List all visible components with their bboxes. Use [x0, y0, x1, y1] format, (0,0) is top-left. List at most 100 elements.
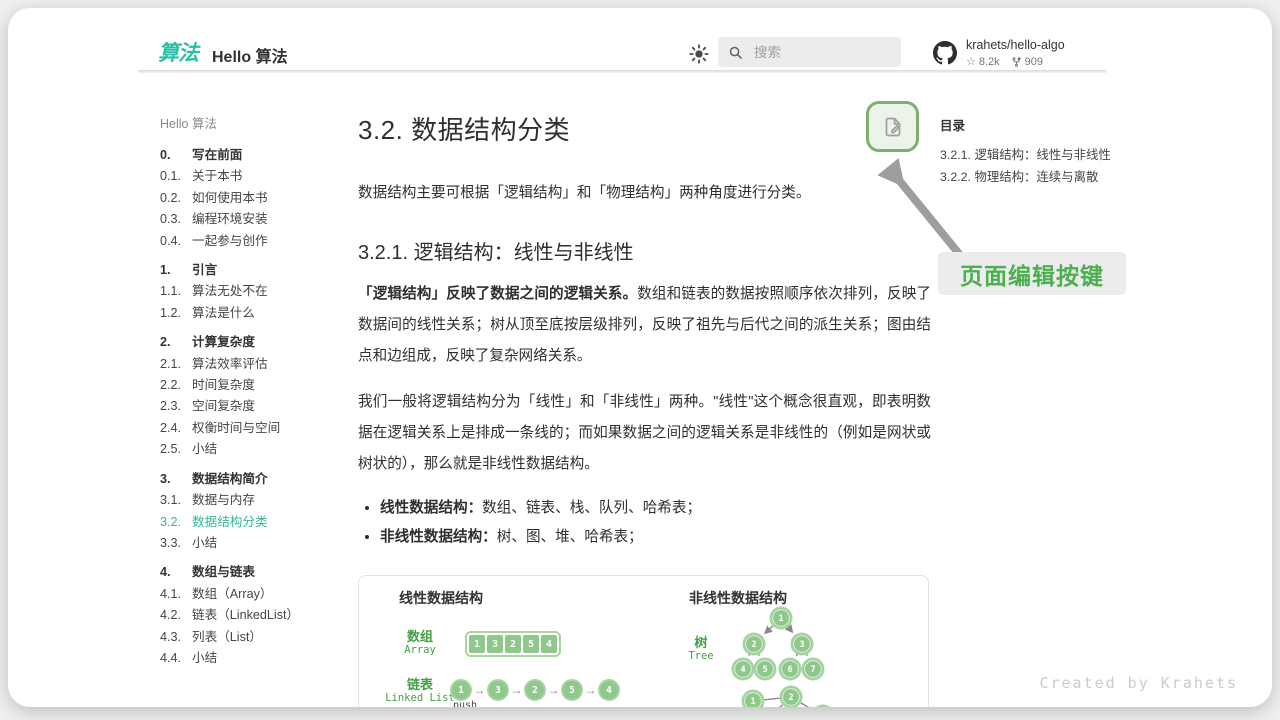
sidebar-item-label: 计算复杂度 [192, 332, 255, 353]
sidebar-item-label: 时间复杂度 [192, 375, 255, 396]
section-heading: 3.2.1. 逻辑结构：线性与非线性 [358, 236, 931, 265]
header-shadow-divider [138, 70, 1106, 74]
sidebar-item-label: 引言 [192, 260, 217, 281]
svg-text:1: 1 [750, 697, 755, 707]
site-logo[interactable]: 算法 [158, 37, 198, 67]
paragraph-bold-lead: 「逻辑结构」反映了数据之间的逻辑关系。 [358, 286, 637, 302]
star-icon: ☆ [966, 55, 976, 68]
star-count: 8.2k [979, 56, 1000, 68]
page-title: 3.2. 数据结构分类 [358, 110, 931, 147]
linked-list-label-zh: 链表 [390, 674, 450, 693]
element-cell: 4 [541, 635, 557, 653]
sidebar-item-number: 3.3. [160, 533, 185, 554]
sidebar-item[interactable]: 0.4.一起参与创作 [160, 231, 348, 252]
sidebar-item-number: 1.1. [160, 281, 185, 302]
sidebar-item[interactable]: 2.2. 时间复杂度 [160, 375, 348, 396]
graph-label-zh: 图 [669, 704, 729, 707]
theme-toggle-button[interactable] [688, 43, 710, 65]
page-edit-button[interactable] [866, 101, 919, 152]
sidebar-item-label: 关于本书 [192, 166, 242, 187]
sidebar-item-number: 1.2. [160, 303, 185, 324]
github-icon [933, 41, 957, 65]
paragraph-linear-nonlinear: 我们一般将逻辑结构分为「线性」和「非线性」两种。"线性"这个概念很直观，即表明数… [358, 387, 931, 480]
sidebar-item[interactable]: 4.3.列表（List） [160, 627, 348, 648]
sidebar-item[interactable]: 3.数据结构简介 [160, 469, 348, 490]
sidebar-item-label: 如何使用本书 [192, 188, 268, 209]
site-title[interactable]: Hello 算法 [212, 43, 288, 67]
annotation-callout: 页面编辑按键 [938, 252, 1126, 295]
structure-bullet-list: 线性数据结构：数组、链表、栈、队列、哈希表；非线性数据结构：树、图、堆、哈希表； [358, 494, 931, 552]
sidebar-item-number: 2.2. [160, 375, 185, 396]
sidebar-item[interactable]: 0.1.关于本书 [160, 166, 348, 187]
bullet-item: 非线性数据结构：树、图、堆、哈希表； [380, 523, 931, 552]
sidebar-item[interactable]: 0.2.如何使用本书 [160, 188, 348, 209]
toc-item[interactable]: 3.2.1. 逻辑结构：线性与非线性 [940, 145, 1120, 167]
sidebar-item[interactable]: 3.1. 数据与内存 [160, 490, 348, 511]
main-content: 3.2. 数据结构分类 数据结构主要可根据「逻辑结构」和「物理结构」两种角度进行… [358, 110, 931, 707]
sidebar-item[interactable]: 1.引言 [160, 260, 348, 281]
svg-text:2: 2 [788, 693, 793, 703]
sidebar-item-label: 数组（Array） [192, 584, 272, 605]
fork-count: 909 [1025, 56, 1043, 68]
link-arrow: → [509, 683, 524, 697]
element-cell: 1 [469, 635, 485, 653]
github-repo-link[interactable]: krahets/hello-algo ☆8.2k 909 [933, 38, 1065, 68]
sidebar-item[interactable]: 2.5.小结 [160, 439, 348, 460]
svg-text:3: 3 [799, 640, 804, 650]
sidebar-item[interactable]: 4.4.小结 [160, 648, 348, 669]
sidebar-site-title: Hello 算法 [160, 113, 348, 132]
svg-text:7: 7 [810, 665, 815, 675]
brightness-icon [688, 43, 710, 65]
svg-text:5: 5 [762, 665, 767, 675]
sidebar-item-label: 算法效率评估 [192, 354, 268, 375]
sidebar-item-number: 2.4. [160, 418, 185, 439]
element-cell: 2 [505, 635, 521, 653]
sidebar-item-number: 2.5. [160, 439, 185, 460]
bullet-item: 线性数据结构：数组、链表、栈、队列、哈希表； [380, 494, 931, 523]
array-label-en: Array [375, 644, 465, 656]
sidebar-item-label: 写在前面 [192, 145, 242, 166]
search-icon [728, 45, 743, 60]
sidebar-item[interactable]: 4.2.链表（LinkedList） [160, 605, 348, 626]
app-window: 算法 Hello 算法 krahets/hello-algo ☆8.2k [8, 8, 1272, 707]
sidebar-item[interactable]: 1.1. 算法无处不在 [160, 281, 348, 302]
sidebar-item-label: 数据与内存 [192, 490, 255, 511]
svg-text:6: 6 [787, 665, 792, 675]
element-cell: 3 [487, 635, 503, 653]
sidebar-item-number: 3. [160, 469, 185, 490]
sidebar-item[interactable]: 2.3.空间复杂度 [160, 396, 348, 417]
list-node: 5 [561, 679, 583, 701]
fork-icon [1011, 56, 1022, 68]
graph-diagram: 12345 [737, 682, 837, 707]
sidebar-item-label: 列表（List） [192, 627, 262, 648]
sidebar-item[interactable]: 4.数组与链表 [160, 562, 348, 583]
sidebar-item[interactable]: 0.写在前面 [160, 145, 348, 166]
sidebar-item[interactable]: 2.4.权衡时间与空间 [160, 418, 348, 439]
link-arrow: → [583, 683, 598, 697]
list-node: 4 [598, 679, 620, 701]
toc-panel: 目录 3.2.1. 逻辑结构：线性与非线性3.2.2. 物理结构：连续与离散 [940, 115, 1120, 188]
sidebar-item[interactable]: 2.计算复杂度 [160, 332, 348, 353]
sidebar-item[interactable]: 3.3.小结 [160, 533, 348, 554]
sidebar-item-number: 2.1. [160, 354, 185, 375]
figure-linear-title: 线性数据结构 [399, 588, 483, 608]
push-label: push [453, 700, 477, 707]
sidebar-item[interactable]: 2.1. 算法效率评估 [160, 354, 348, 375]
sidebar-item[interactable]: 4.1. 数组（Array） [160, 584, 348, 605]
sidebar-nav: Hello 算法 0.写在前面0.1.关于本书0.2.如何使用本书0.3.编程环… [160, 113, 348, 669]
sidebar-item[interactable]: 3.2.数据结构分类 [160, 512, 348, 533]
toc-item[interactable]: 3.2.2. 物理结构：连续与离散 [940, 167, 1120, 189]
search-box[interactable] [718, 37, 901, 67]
sidebar-item[interactable]: 0.3.编程环境安装 [160, 209, 348, 230]
search-input[interactable] [752, 44, 882, 61]
sidebar-item-label: 链表（LinkedList） [192, 605, 299, 626]
data-structure-figure: 线性数据结构 非线性数据结构 数组 Array 13254 链表 Linked … [358, 575, 929, 707]
list-node: 3 [487, 679, 509, 701]
sidebar-item-number: 4.1. [160, 584, 185, 605]
paragraph-logic-structure: 「逻辑结构」反映了数据之间的逻辑关系。数组和链表的数据按照顺序依次排列，反映了数… [358, 279, 931, 372]
sidebar-item[interactable]: 1.2.算法是什么 [160, 303, 348, 324]
edit-page-icon [881, 115, 905, 139]
sidebar-item-number: 3.1. [160, 490, 185, 511]
sidebar-item-label: 算法无处不在 [192, 281, 268, 302]
list-node: 2 [524, 679, 546, 701]
